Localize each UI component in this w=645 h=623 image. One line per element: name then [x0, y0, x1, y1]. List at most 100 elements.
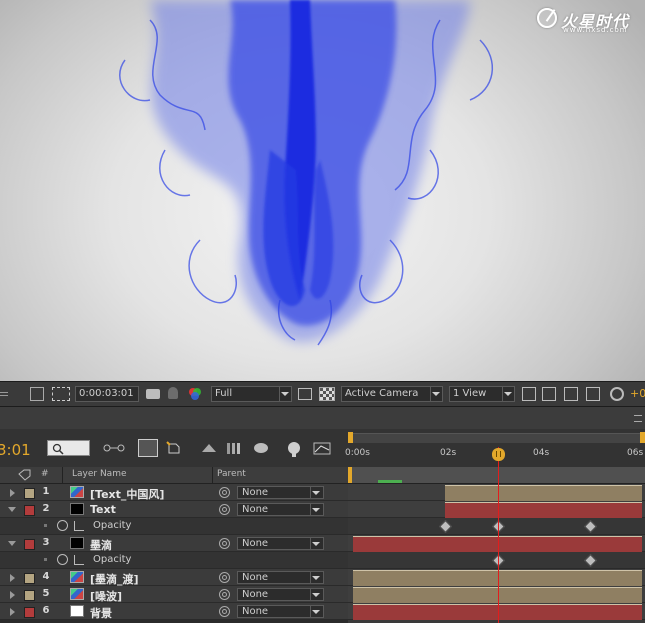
expand-twirl-icon[interactable]: [8, 507, 16, 512]
snapshot-camera-icon[interactable]: [146, 389, 160, 399]
fast-previews-icon[interactable]: [542, 387, 556, 401]
stopwatch-icon[interactable]: [57, 520, 68, 531]
view-camera-dropdown[interactable]: Active Camera: [341, 386, 443, 402]
pick-whip-icon[interactable]: [219, 538, 230, 549]
parent-dropdown[interactable]: None: [237, 605, 324, 618]
frame-blending-icon[interactable]: [200, 440, 218, 456]
layer-name[interactable]: [墨滴_渡]: [90, 571, 139, 587]
graph-editor-icon[interactable]: [312, 440, 331, 456]
keyframe-diamond[interactable]: [584, 520, 597, 533]
current-time-indicator-line[interactable]: [497, 447, 499, 623]
number-column-header[interactable]: #: [41, 469, 49, 479]
layer-name[interactable]: [噪波]: [90, 588, 122, 604]
region-of-interest-icon[interactable]: [298, 388, 312, 400]
flowchart-icon[interactable]: [586, 387, 600, 401]
graph-toggle-icon[interactable]: [74, 555, 84, 565]
view-layout-dropdown[interactable]: 1 View: [449, 386, 515, 402]
label-color-swatch[interactable]: [24, 573, 35, 584]
expand-twirl-icon[interactable]: [10, 608, 15, 616]
toggle-icon[interactable]: [0, 392, 8, 396]
layer-column-header: # Layer Name Parent: [0, 467, 348, 484]
layer-track[interactable]: [348, 586, 645, 603]
stopwatch-icon[interactable]: [57, 554, 68, 565]
work-area-end-handle[interactable]: [640, 432, 645, 443]
layer-row[interactable]: 4 [墨滴_渡] None: [0, 569, 348, 586]
parent-value: None: [242, 538, 269, 549]
layer-duration-bar[interactable]: [445, 485, 642, 501]
layer-name[interactable]: 背景: [90, 605, 112, 621]
layer-track[interactable]: [348, 569, 645, 586]
toggle-pixel-aspect-icon[interactable]: [522, 387, 536, 401]
keyframe-diamond[interactable]: [584, 554, 597, 567]
pick-whip-icon[interactable]: [219, 504, 230, 515]
layer-name-column-header[interactable]: Layer Name: [72, 469, 127, 479]
expand-twirl-icon[interactable]: [10, 574, 15, 582]
layer-row[interactable]: 5 [噪波] None: [0, 586, 348, 603]
pick-whip-icon[interactable]: [219, 589, 230, 600]
layer-tracks[interactable]: [348, 467, 645, 623]
grid-guides-icon[interactable]: [30, 387, 44, 401]
layer-name[interactable]: Text: [90, 503, 116, 516]
color-channels-icon[interactable]: [188, 387, 202, 401]
layer-row[interactable]: 2 Text None: [0, 501, 348, 518]
brainstorm-icon[interactable]: [284, 440, 302, 457]
layer-row[interactable]: 6 背景 None: [0, 603, 348, 620]
navigator-bar[interactable]: [348, 467, 645, 484]
resolution-dropdown[interactable]: Full: [211, 386, 292, 402]
panel-menu-icon[interactable]: [634, 415, 642, 422]
transparency-grid-icon[interactable]: [319, 387, 335, 401]
timecode-display[interactable]: 0:00:03:01: [75, 386, 139, 402]
label-color-swatch[interactable]: [24, 607, 35, 618]
layer-row[interactable]: 1 [Text_中国风] None: [0, 484, 348, 501]
exposure-icon[interactable]: [610, 387, 624, 401]
work-area-bar[interactable]: [348, 433, 645, 443]
current-time-display[interactable]: 3:01: [0, 441, 31, 459]
label-color-swatch[interactable]: [24, 590, 35, 601]
comp-mini-flowchart-icon[interactable]: [103, 440, 125, 456]
parent-dropdown[interactable]: None: [237, 486, 324, 499]
parent-dropdown[interactable]: None: [237, 588, 324, 601]
property-track[interactable]: [348, 518, 645, 535]
view-camera-value: Active Camera: [345, 388, 419, 399]
parent-column-header[interactable]: Parent: [217, 469, 246, 479]
timeline-icon[interactable]: [564, 387, 578, 401]
label-color-swatch[interactable]: [24, 488, 35, 499]
layer-duration-bar[interactable]: [445, 502, 642, 518]
pick-whip-icon[interactable]: [219, 572, 230, 583]
layer-track[interactable]: [348, 603, 645, 620]
expand-twirl-icon[interactable]: [10, 489, 15, 497]
layer-track[interactable]: [348, 535, 645, 552]
label-color-swatch[interactable]: [24, 539, 35, 550]
layer-search-input[interactable]: [47, 440, 90, 456]
parent-dropdown[interactable]: None: [237, 503, 324, 516]
layer-name[interactable]: [Text_中国风]: [90, 486, 164, 502]
motion-blur-icon[interactable]: [225, 440, 243, 456]
graph-editor-bubble-icon[interactable]: [252, 440, 270, 456]
show-snapshot-icon[interactable]: [168, 387, 178, 399]
expand-twirl-icon[interactable]: [8, 541, 16, 546]
parent-dropdown[interactable]: None: [237, 537, 324, 550]
timeline-panel-tab-strip: [0, 407, 645, 430]
composition-viewer[interactable]: 火星时代 www.hxsd.com: [0, 0, 645, 381]
pick-whip-icon[interactable]: [219, 606, 230, 617]
work-area-start-handle[interactable]: [348, 432, 353, 443]
expand-twirl-icon[interactable]: [10, 591, 15, 599]
parent-dropdown[interactable]: None: [237, 571, 324, 584]
layer-name[interactable]: 墨滴: [90, 537, 112, 553]
label-color-swatch[interactable]: [24, 505, 35, 516]
keyframe-diamond[interactable]: [439, 520, 453, 533]
graph-toggle-icon[interactable]: [74, 521, 84, 531]
transparency-mask-icon[interactable]: [52, 387, 70, 401]
label-tag-icon[interactable]: [18, 469, 32, 481]
exposure-value[interactable]: +0: [630, 387, 645, 400]
layer-track[interactable]: [348, 501, 645, 518]
layer-track[interactable]: [348, 484, 645, 501]
current-time-indicator-head[interactable]: [491, 448, 505, 461]
layer-row[interactable]: 3 墨滴 None: [0, 535, 348, 552]
property-row[interactable]: Opacity: [0, 518, 348, 535]
property-track[interactable]: [348, 552, 645, 569]
hide-shy-layers-icon[interactable]: [165, 440, 183, 456]
draft-3d-icon[interactable]: [138, 439, 158, 457]
property-row[interactable]: Opacity: [0, 552, 348, 569]
pick-whip-icon[interactable]: [219, 487, 230, 498]
